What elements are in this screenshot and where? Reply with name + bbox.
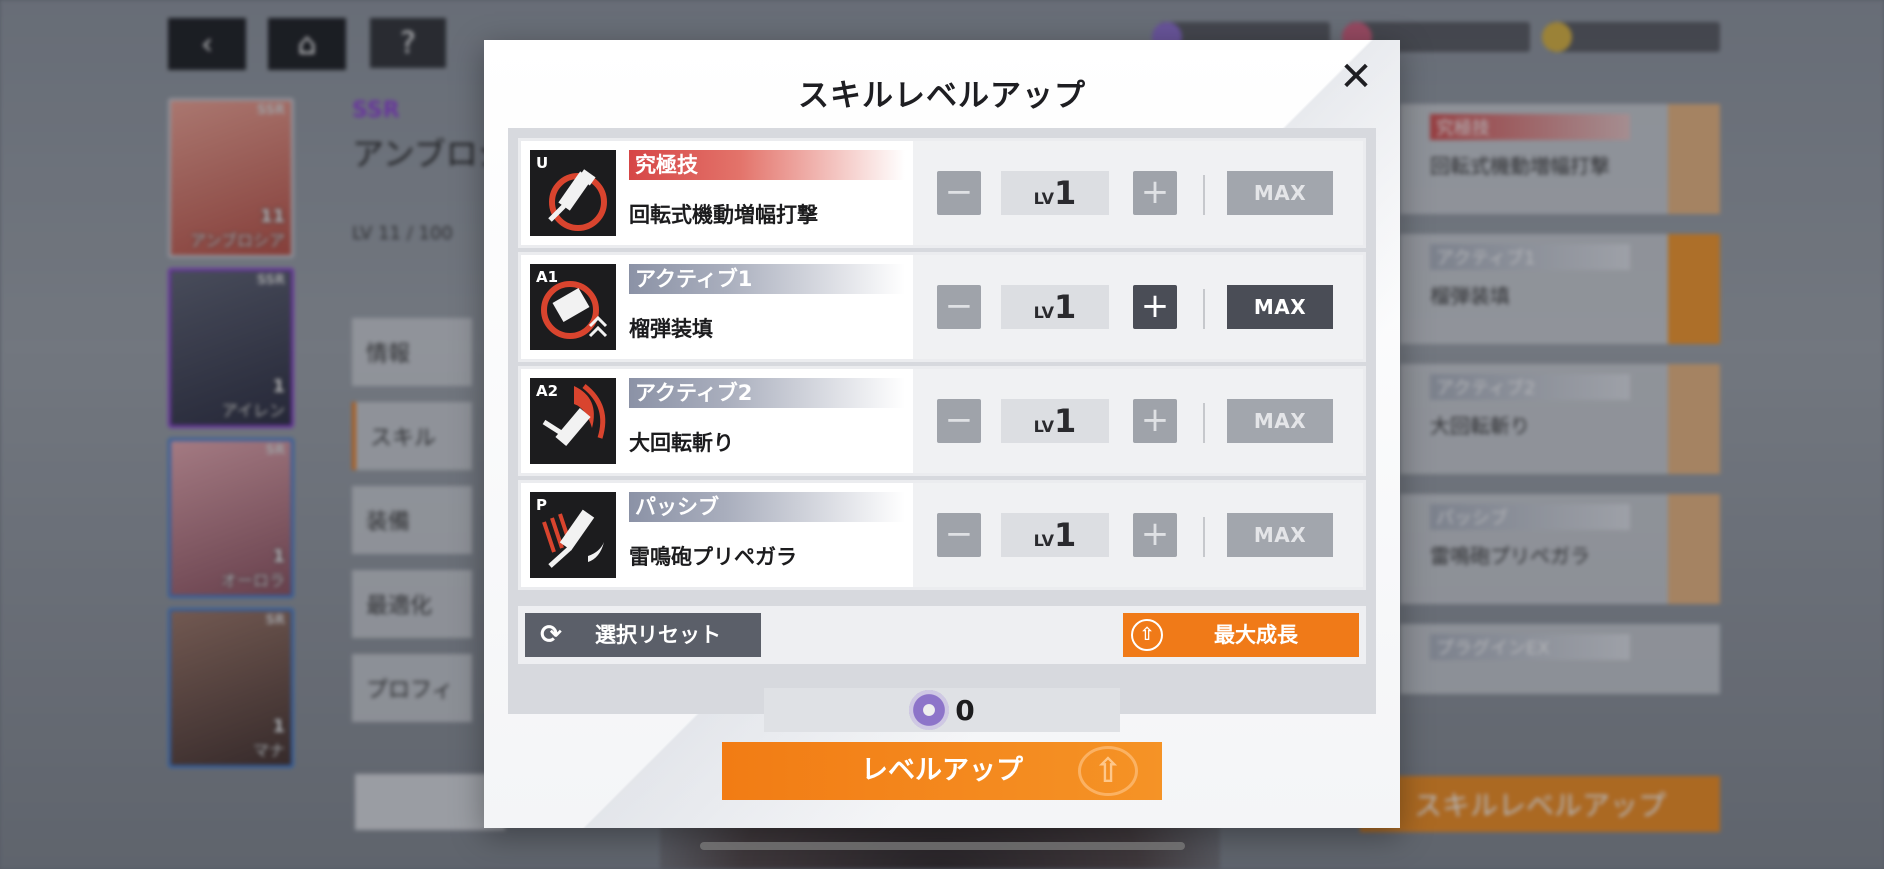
skill-name: 大回転斬り [629,431,734,455]
home-indicator[interactable] [700,842,1185,850]
level-increase-button[interactable]: + [1133,171,1177,215]
max-level-button[interactable]: MAX [1227,513,1333,557]
max-level-button[interactable]: MAX [1227,285,1333,329]
divider [1203,517,1205,557]
level-display: LV1 [1001,171,1109,215]
level-increase-button[interactable]: + [1133,285,1177,329]
skill-material-icon [909,690,950,730]
skill-row-active2: A2 アクティブ2 大回転斬り − LV1 + MAX [518,366,1366,476]
max-growth-button[interactable]: ⇧ 最大成長 [1123,613,1359,657]
level-display: LV1 [1001,285,1109,329]
active2-skill-icon: A2 [530,378,616,464]
level-up-button[interactable]: レベルアップ ⇧ [722,742,1162,800]
level-decrease-button[interactable]: − [937,171,981,215]
close-button[interactable]: ✕ [1336,57,1376,98]
max-level-button[interactable]: MAX [1227,171,1333,215]
action-bar: ⟳ 選択リセット ⇧ 最大成長 [518,606,1366,664]
skill-row-active1: A1 アクティブ1 榴弾装填 − LV1 + MAX [518,252,1366,362]
cost-value: 0 [955,693,975,727]
level-increase-button[interactable]: + [1133,513,1177,557]
level-increase-button[interactable]: + [1133,399,1177,443]
level-display: LV1 [1001,399,1109,443]
skill-type-label: 究極技 [629,150,905,180]
skill-name: 榴弾装填 [629,317,713,341]
skill-name: 回転式機動増幅打撃 [629,203,818,227]
skill-row-ultimate: U 究極技 回転式機動増幅打撃 − LV1 + MAX [518,138,1366,248]
level-decrease-button[interactable]: − [937,513,981,557]
level-decrease-button[interactable]: − [937,285,981,329]
level-display: LV1 [1001,513,1109,557]
max-level-button[interactable]: MAX [1227,399,1333,443]
divider [1203,289,1205,329]
passive-skill-icon: P [530,492,616,578]
skill-type-label: アクティブ2 [629,378,905,408]
divider [1203,403,1205,443]
skill-levelup-dialog: スキルレベルアップ ✕ U 究極技 回転式機動増幅打撃 − LV1 + MAX … [484,40,1400,828]
ultimate-skill-icon: U [530,150,616,236]
skill-type-label: パッシブ [629,492,905,522]
close-icon: ✕ [1339,54,1373,100]
divider [1203,175,1205,215]
skill-list: U 究極技 回転式機動増幅打撃 − LV1 + MAX A1 アクティブ1 榴弾… [508,128,1376,714]
active1-skill-icon: A1 [530,264,616,350]
cost-display: 0 [764,688,1120,732]
arrow-up-icon: ⇧ [1078,746,1138,796]
skill-name: 雷鳴砲プリペガラ [629,545,797,569]
dialog-title: スキルレベルアップ [798,78,1086,114]
skill-type-label: アクティブ1 [629,264,905,294]
reset-selection-button[interactable]: ⟳ 選択リセット [525,613,761,657]
skill-row-passive: P パッシブ 雷鳴砲プリペガラ − LV1 + MAX [518,480,1366,590]
level-decrease-button[interactable]: − [937,399,981,443]
